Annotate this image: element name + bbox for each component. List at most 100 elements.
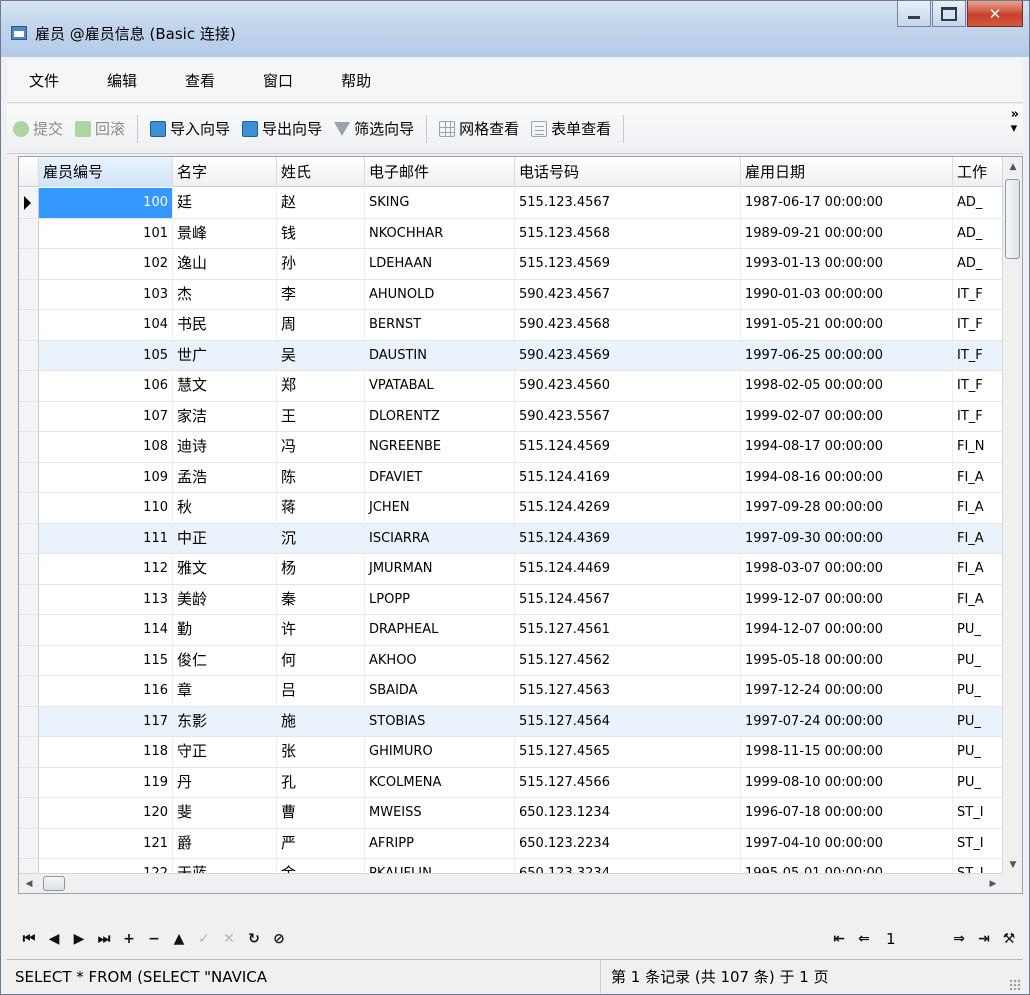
cell-employee-id[interactable]: 111 [39, 523, 173, 553]
cell-hire-date[interactable]: 1994-08-16 00:00:00 [741, 462, 953, 492]
cell-hire-date[interactable]: 1995-05-18 00:00:00 [741, 645, 953, 675]
refresh-icon[interactable]: ↻ [243, 931, 265, 947]
cell-employee-id[interactable]: 110 [39, 493, 173, 523]
table-row[interactable]: 110 秋蒋 JCHEN 515.124.4269 1997-09-28 00:00:0… [19, 493, 1003, 524]
delete-record-icon[interactable]: − [143, 931, 165, 947]
rollback-button[interactable]: 回滚 [69, 114, 131, 144]
cell-hire-date[interactable]: 1987-06-17 00:00:00 [741, 188, 953, 218]
next-page-icon[interactable]: ⇒ [948, 931, 970, 947]
cell-employee-id[interactable]: 109 [39, 462, 173, 492]
first-record-icon[interactable]: ⏮ [18, 931, 40, 947]
cell-employee-id[interactable]: 114 [39, 615, 173, 645]
table-row[interactable]: 106 慧文郑 VPATABAL 590.423.4560 1998-02-05 00:… [19, 371, 1003, 402]
cell-phone[interactable]: 515.127.4564 [515, 706, 741, 736]
cell-last-name[interactable]: 曹 [277, 798, 365, 828]
cell-hire-date[interactable]: 1997-06-25 00:00:00 [741, 340, 953, 370]
cell-email[interactable]: ISCIARRA [365, 523, 515, 553]
row-indicator[interactable] [19, 218, 39, 248]
cell-last-name[interactable]: 严 [277, 828, 365, 858]
table-row[interactable]: 102 逸山孙 LDEHAAN 515.123.4569 1993-01-13 00:0… [19, 249, 1003, 280]
cell-hire-date[interactable]: 1996-07-18 00:00:00 [741, 798, 953, 828]
column-header-first-name[interactable]: 名字 [173, 157, 277, 187]
cell-email[interactable]: AFRIPP [365, 828, 515, 858]
cell-employee-id[interactable]: 118 [39, 737, 173, 767]
table-row[interactable]: 104 书民周 BERNST 590.423.4568 1991-05-21 00:00… [19, 310, 1003, 341]
cell-last-name[interactable]: 郑 [277, 371, 365, 401]
edit-record-icon[interactable]: ▲ [168, 931, 190, 947]
cell-last-name[interactable]: 冯 [277, 432, 365, 462]
resize-grip-icon[interactable] [1009, 979, 1021, 991]
cancel-changes-icon[interactable]: ✕ [218, 931, 240, 947]
cell-phone[interactable]: 515.124.4369 [515, 523, 741, 553]
cell-last-name[interactable]: 李 [277, 279, 365, 309]
cell-last-name[interactable]: 孙 [277, 249, 365, 279]
table-row[interactable]: 116 章吕 SBAIDA 515.127.4563 1997-12-24 00:00:… [19, 676, 1003, 707]
vertical-scrollbar[interactable]: ▲ ▼ [1002, 157, 1022, 875]
cell-employee-id[interactable]: 115 [39, 645, 173, 675]
cell-employee-id[interactable]: 107 [39, 401, 173, 431]
table-row[interactable]: 100 廷赵 SKING 515.123.4567 1987-06-17 00:00:0… [19, 188, 1003, 219]
table-row[interactable]: 115 俊仁何 AKHOO 515.127.4562 1995-05-18 00:00:… [19, 645, 1003, 676]
cell-email[interactable]: SBAIDA [365, 676, 515, 706]
cell-hire-date[interactable]: 1998-02-05 00:00:00 [741, 371, 953, 401]
cell-phone[interactable]: 515.127.4566 [515, 767, 741, 797]
cell-first-name[interactable]: 东影 [173, 706, 277, 736]
cell-hire-date[interactable]: 1997-09-28 00:00:00 [741, 493, 953, 523]
cell-job[interactable]: ST_I [953, 828, 1003, 858]
cell-hire-date[interactable]: 1997-09-30 00:00:00 [741, 523, 953, 553]
cell-phone[interactable]: 590.423.4560 [515, 371, 741, 401]
import-wizard-button[interactable]: 导入向导 [144, 114, 236, 144]
first-page-icon[interactable]: ⇤ [828, 931, 850, 947]
cell-job[interactable]: FI_A [953, 584, 1003, 614]
cell-email[interactable]: DRAPHEAL [365, 615, 515, 645]
next-record-icon[interactable]: ▶ [68, 931, 90, 947]
row-indicator[interactable] [19, 554, 39, 584]
cell-email[interactable]: DAUSTIN [365, 340, 515, 370]
cell-last-name[interactable]: 吴 [277, 340, 365, 370]
row-indicator[interactable] [19, 188, 39, 218]
apply-changes-icon[interactable]: ✓ [193, 931, 215, 947]
table-row[interactable]: 120 斐曹 MWEISS 650.123.1234 1996-07-18 00:00:… [19, 798, 1003, 829]
cell-last-name[interactable]: 秦 [277, 584, 365, 614]
cell-first-name[interactable]: 章 [173, 676, 277, 706]
maximize-button[interactable] [932, 1, 966, 27]
table-row[interactable]: 107 家洁王 DLORENTZ 590.423.5567 1999-02-07 00:… [19, 401, 1003, 432]
cell-first-name[interactable]: 俊仁 [173, 645, 277, 675]
cell-first-name[interactable]: 家洁 [173, 401, 277, 431]
cell-employee-id[interactable]: 106 [39, 371, 173, 401]
menu-view[interactable]: 查看 [177, 70, 223, 91]
cell-last-name[interactable]: 张 [277, 737, 365, 767]
table-row[interactable]: 111 中正沉 ISCIARRA 515.124.4369 1997-09-30 00:… [19, 523, 1003, 554]
row-indicator[interactable] [19, 737, 39, 767]
cell-employee-id[interactable]: 103 [39, 279, 173, 309]
cell-first-name[interactable]: 迪诗 [173, 432, 277, 462]
cell-job[interactable]: AD_ [953, 188, 1003, 218]
cell-hire-date[interactable]: 1998-03-07 00:00:00 [741, 554, 953, 584]
cell-hire-date[interactable]: 1994-08-17 00:00:00 [741, 432, 953, 462]
cell-first-name[interactable]: 中正 [173, 523, 277, 553]
export-wizard-button[interactable]: 导出向导 [236, 114, 328, 144]
cell-last-name[interactable]: 施 [277, 706, 365, 736]
title-bar[interactable]: 雇员 @雇员信息 (Basic 连接) ✕ [1, 1, 1029, 57]
cell-hire-date[interactable]: 1991-05-21 00:00:00 [741, 310, 953, 340]
cell-job[interactable]: PU_ [953, 676, 1003, 706]
cell-employee-id[interactable]: 100 [39, 188, 173, 218]
column-header-phone[interactable]: 电话号码 [515, 157, 741, 187]
cell-job[interactable]: IT_F [953, 310, 1003, 340]
cell-hire-date[interactable]: 1999-08-10 00:00:00 [741, 767, 953, 797]
row-indicator[interactable] [19, 523, 39, 553]
cell-last-name[interactable]: 何 [277, 645, 365, 675]
cell-job[interactable]: FI_N [953, 432, 1003, 462]
cell-email[interactable]: BERNST [365, 310, 515, 340]
cell-hire-date[interactable]: 1990-01-03 00:00:00 [741, 279, 953, 309]
filter-wizard-button[interactable]: 筛选向导 [328, 114, 420, 144]
table-row[interactable]: 109 孟浩陈 DFAVIET 515.124.4169 1994-08-16 00:0… [19, 462, 1003, 493]
cell-employee-id[interactable]: 101 [39, 218, 173, 248]
cell-job[interactable]: PU_ [953, 645, 1003, 675]
cell-last-name[interactable]: 陈 [277, 462, 365, 492]
table-row[interactable]: 108 迪诗冯 NGREENBE 515.124.4569 1994-08-17 00:… [19, 432, 1003, 463]
scroll-up-icon[interactable]: ▲ [1003, 157, 1022, 177]
cell-job[interactable]: AD_ [953, 218, 1003, 248]
cell-first-name[interactable]: 美龄 [173, 584, 277, 614]
cell-email[interactable]: VPATABAL [365, 371, 515, 401]
